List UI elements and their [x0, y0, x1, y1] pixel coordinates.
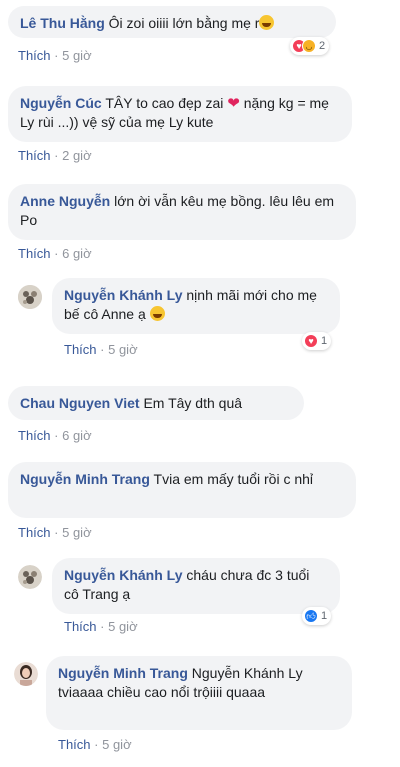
comment-meta: Thích · 2 giờ — [18, 148, 92, 163]
comment-meta: Thích · 5 giờ — [64, 619, 138, 634]
reaction-summary[interactable]: ♥ 1 — [302, 332, 332, 350]
comment-meta: Thích · 6 giờ — [18, 428, 92, 443]
commenter-name[interactable]: Nguyễn Khánh Ly — [64, 567, 183, 583]
separator: · — [100, 619, 105, 634]
comment-meta: Thích · 6 giờ — [18, 246, 92, 261]
separator: · — [54, 428, 59, 443]
comment-meta: Thích · 5 giờ — [58, 737, 132, 752]
like-link[interactable]: Thích — [18, 148, 51, 163]
reply-bubble: Nguyễn Khánh Ly nịnh mãi mới cho mẹ bế c… — [52, 278, 340, 334]
love-reaction-icon: ♥ — [304, 334, 318, 348]
commenter-name[interactable]: Nguyễn Khánh Ly — [64, 287, 183, 303]
avatar[interactable] — [14, 662, 38, 686]
reaction-count: 2 — [319, 40, 326, 52]
profile-photo-icon — [18, 565, 42, 589]
separator: · — [54, 525, 59, 540]
reply-bubble: Nguyễn Khánh Ly cháu chưa đc 3 tuổi cô T… — [52, 558, 340, 614]
comment-text: Ôi zoi oiiii lớn bằng mẹ r — [108, 15, 260, 31]
haha-reaction-icon: ◡ — [302, 39, 316, 53]
avatar[interactable] — [18, 565, 42, 589]
like-link[interactable]: Thích — [18, 428, 51, 443]
laughing-emoji-icon — [259, 15, 275, 30]
comment-time[interactable]: 5 giờ — [108, 619, 138, 634]
comment-time[interactable]: 6 giờ — [62, 246, 92, 261]
like-link[interactable]: Thích — [18, 525, 51, 540]
separator: · — [94, 737, 99, 752]
comment-time[interactable]: 6 giờ — [62, 428, 92, 443]
comment-meta: Thích · 5 giờ — [18, 48, 92, 63]
separator: · — [100, 342, 105, 357]
comment-bubble: Nguyễn Minh Trang Tvia em mấy tuổi rồi c… — [8, 462, 356, 518]
laughing-emoji-icon — [149, 306, 165, 321]
like-reaction-icon: 👍︎ — [304, 609, 318, 623]
commenter-name[interactable]: Lê Thu Hằng — [20, 15, 105, 31]
comment-bubble: Anne Nguyễn lớn ời vẫn kêu mẹ bồng. lêu … — [8, 184, 356, 240]
comment-time[interactable]: 5 giờ — [108, 342, 138, 357]
comment-meta: Thích · 5 giờ — [64, 342, 138, 357]
comment-text: Tvia em mấy tuổi rồi c nhỉ — [153, 471, 314, 487]
comment-meta: Thích · 5 giờ — [18, 525, 92, 540]
profile-photo-icon — [18, 285, 42, 309]
separator: · — [54, 246, 59, 261]
like-link[interactable]: Thích — [58, 737, 91, 752]
separator: · — [54, 48, 59, 63]
comment-text: Em Tây dth quâ — [143, 395, 243, 411]
reaction-summary[interactable]: 👍︎ 1 — [302, 607, 332, 625]
reaction-summary[interactable]: ♥ ◡ 2 — [290, 37, 330, 55]
like-link[interactable]: Thích — [18, 246, 51, 261]
avatar[interactable] — [18, 285, 42, 309]
commenter-name[interactable]: Nguyễn Cúc — [20, 95, 102, 111]
commenter-name[interactable]: Anne Nguyễn — [20, 193, 110, 209]
comment-text: TÂY to cao đẹp zai — [105, 95, 224, 111]
like-link[interactable]: Thích — [64, 342, 97, 357]
reaction-count: 1 — [321, 335, 328, 347]
commenter-name[interactable]: Nguyễn Minh Trang — [58, 665, 188, 681]
reaction-count: 1 — [321, 610, 328, 622]
like-link[interactable]: Thích — [18, 48, 51, 63]
comment-time[interactable]: 5 giờ — [102, 737, 132, 752]
profile-photo-icon — [14, 662, 38, 686]
reply-bubble: Nguyễn Minh Trang Nguyễn Khánh Ly tviaaa… — [46, 656, 352, 730]
comment-bubble: Nguyễn Cúc TÂY to cao đẹp zai ❤ nặng kg … — [8, 86, 352, 142]
comment-time[interactable]: 5 giờ — [62, 48, 92, 63]
red-heart-emoji-icon: ❤ — [227, 95, 240, 112]
commenter-name[interactable]: Chau Nguyen Viet — [20, 395, 140, 411]
commenter-name[interactable]: Nguyễn Minh Trang — [20, 471, 150, 487]
separator: · — [54, 148, 59, 163]
like-link[interactable]: Thích — [64, 619, 97, 634]
comment-time[interactable]: 2 giờ — [62, 148, 92, 163]
comment-time[interactable]: 5 giờ — [62, 525, 92, 540]
comment-bubble: Lê Thu Hằng Ôi zoi oiiii lớn bằng mẹ r — [8, 6, 336, 38]
comment-bubble: Chau Nguyen Viet Em Tây dth quâ — [8, 386, 304, 420]
